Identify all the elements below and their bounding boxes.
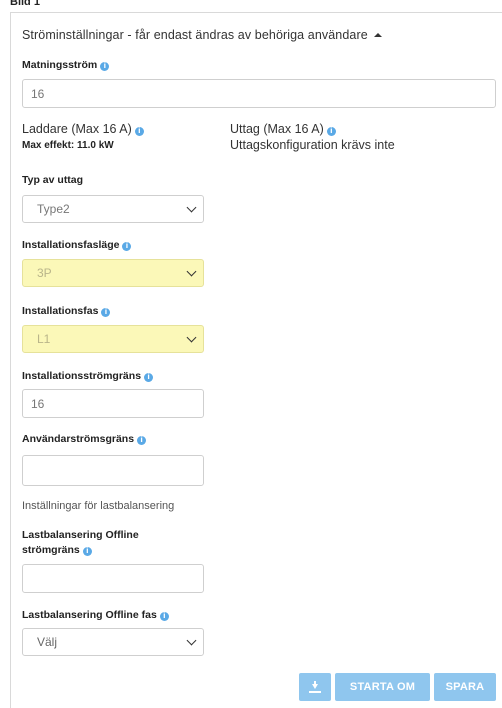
install-current-limit-input[interactable]: 16 [22, 389, 204, 418]
download-button[interactable] [299, 673, 331, 701]
install-phase-mode-label: Installationsfasläge i [22, 239, 132, 251]
info-icon[interactable]: i [159, 612, 169, 621]
save-button[interactable]: SPARA [434, 673, 496, 701]
supply-current-input[interactable]: 16 [22, 79, 496, 108]
chevron-down-icon [186, 266, 197, 276]
user-current-limit-label: Användarströmsgräns i [22, 433, 147, 445]
outlet-type-select[interactable]: Type2 [22, 195, 204, 223]
lb-offline-current-input[interactable] [22, 564, 204, 593]
info-icon[interactable]: i [137, 436, 147, 445]
install-phase-mode-select[interactable]: 3P [22, 259, 204, 287]
info-icon[interactable]: i [82, 547, 92, 556]
install-phase-select[interactable]: L1 [22, 325, 204, 353]
info-icon[interactable]: i [326, 127, 336, 136]
install-current-limit-label: Installationsströmgräns i [22, 370, 154, 382]
supply-current-label: Matningsström i [22, 59, 110, 71]
charger-label: Laddare (Max 16 A) i [22, 122, 144, 136]
lb-offline-phase-label: Lastbalansering Offline fas i [22, 609, 169, 621]
lb-offline-phase-select[interactable]: Välj [22, 628, 204, 656]
outlet-config-note: Uttagskonfiguration krävs inte [230, 138, 395, 152]
install-phase-label: Installationsfas i [22, 305, 111, 317]
outlet-type-label: Typ av uttag [22, 174, 84, 186]
outlet-label: Uttag (Max 16 A) i [230, 122, 336, 136]
restart-button[interactable]: STARTA OM [335, 673, 430, 701]
collapse-caret-icon[interactable] [373, 33, 382, 37]
info-icon[interactable]: i [134, 127, 144, 136]
section-title: Ströminställningar - får endast ändras a… [22, 28, 368, 42]
charger-max-power: Max effekt: 11.0 kW [22, 140, 114, 151]
page-caption: Bild 1 [10, 0, 40, 8]
download-icon [309, 681, 321, 693]
info-icon[interactable]: i [144, 373, 154, 382]
lb-offline-current-label: Lastbalansering Offline strömgräns i [22, 529, 139, 556]
user-current-limit-input[interactable] [22, 455, 204, 486]
info-icon[interactable]: i [101, 308, 111, 317]
info-icon[interactable]: i [122, 242, 132, 251]
current-settings-panel [10, 12, 502, 708]
chevron-down-icon [186, 635, 197, 645]
chevron-down-icon [186, 332, 197, 342]
load-balancing-heading: Inställningar för lastbalansering [22, 500, 175, 512]
section-header[interactable]: Ströminställningar - får endast ändras a… [22, 28, 382, 42]
chevron-down-icon [186, 202, 197, 212]
info-icon[interactable]: i [100, 62, 110, 71]
